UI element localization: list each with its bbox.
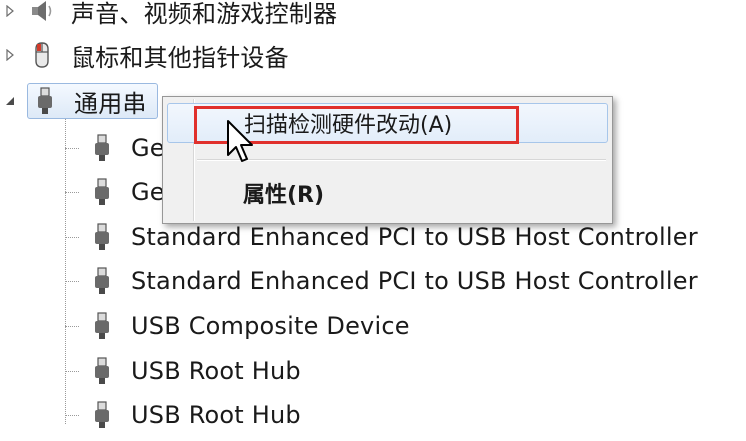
usb-plug-icon <box>87 400 117 430</box>
tree-connector <box>65 147 79 149</box>
menu-item-properties[interactable]: 属性(R) <box>167 173 608 213</box>
menu-separator <box>197 159 606 161</box>
tree-device-item[interactable]: Ge <box>65 173 165 211</box>
tree-connector <box>65 191 79 193</box>
tree-device-item[interactable]: USB Composite Device <box>65 307 410 345</box>
tree-connector <box>65 325 79 327</box>
mouse-icon <box>27 40 57 70</box>
tree-category-usb[interactable]: 通用串 <box>0 82 158 120</box>
device-label: Standard Enhanced PCI to USB Host Contro… <box>131 267 698 295</box>
tree-connector <box>65 414 79 416</box>
collapse-arrow-icon[interactable] <box>3 94 17 108</box>
tree-category-label: 鼠标和其他指针设备 <box>71 43 289 72</box>
tree-connector <box>65 236 79 238</box>
tree-category-label: 通用串 <box>74 89 147 118</box>
tree-device-item[interactable]: USB Root Hub <box>65 352 301 390</box>
device-label: USB Composite Device <box>131 312 410 340</box>
speaker-icon <box>27 0 57 26</box>
usb-plug-icon <box>87 222 117 252</box>
usb-plug-icon <box>30 86 60 116</box>
tree-selection-highlight[interactable]: 通用串 <box>27 83 158 119</box>
expand-arrow-icon[interactable] <box>3 48 17 62</box>
usb-plug-icon <box>87 266 117 296</box>
device-label: Ge <box>131 134 165 162</box>
tree-connector <box>65 280 79 282</box>
device-label: Standard Enhanced PCI to USB Host Contro… <box>131 223 698 251</box>
device-label: USB Root Hub <box>131 357 301 385</box>
tree-category-label: 声音、视频和游戏控制器 <box>71 0 338 28</box>
tree-device-item[interactable]: Ge <box>65 129 165 167</box>
usb-plug-icon <box>87 133 117 163</box>
usb-plug-icon <box>87 311 117 341</box>
tree-connector <box>65 370 79 372</box>
tree-category-sound[interactable]: 声音、视频和游戏控制器 <box>0 0 337 30</box>
tree-category-mouse[interactable]: 鼠标和其他指针设备 <box>0 36 289 74</box>
device-label: Ge <box>131 178 165 206</box>
mouse-cursor-icon <box>226 119 256 167</box>
tree-device-item[interactable]: Standard Enhanced PCI to USB Host Contro… <box>65 262 698 300</box>
tree-device-item[interactable]: USB Root Hub <box>65 396 301 434</box>
menu-item-label: 属性(R) <box>243 183 325 208</box>
device-label: USB Root Hub <box>131 401 301 429</box>
usb-plug-icon <box>87 356 117 386</box>
expand-arrow-icon[interactable] <box>3 4 17 18</box>
usb-plug-icon <box>87 177 117 207</box>
